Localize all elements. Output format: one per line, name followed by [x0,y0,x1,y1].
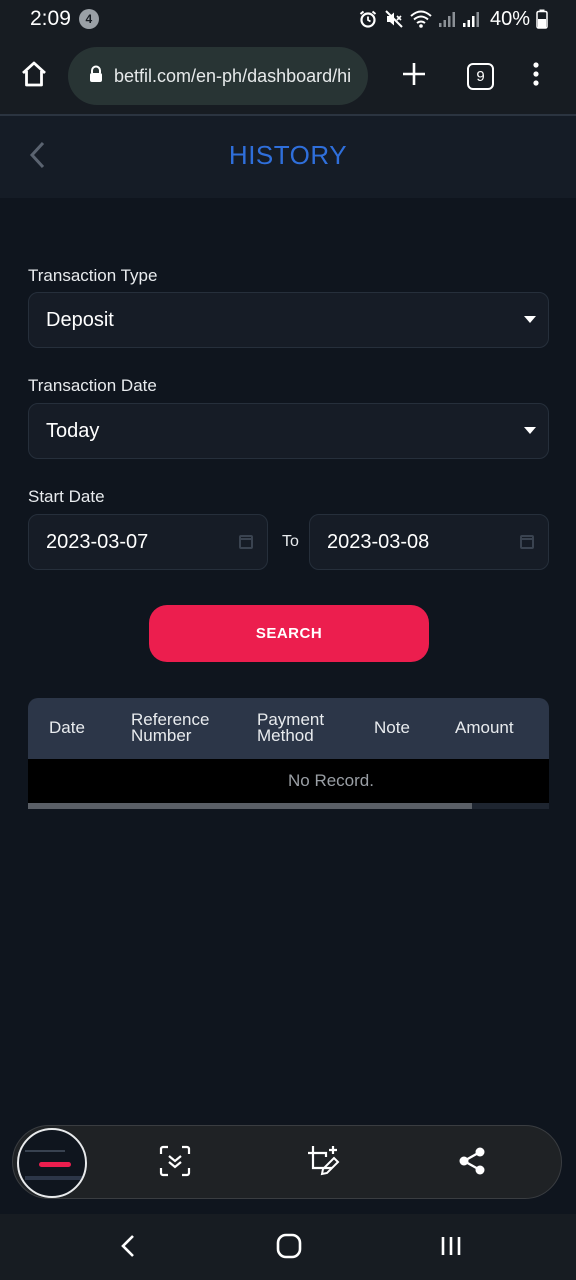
signal-icon [438,10,456,28]
plus-icon [401,61,427,92]
calendar-icon[interactable] [520,535,534,549]
caret-down-icon [524,316,536,323]
back-icon [118,1233,138,1264]
to-label: To [282,533,299,550]
nav-back-button[interactable] [111,1231,145,1265]
table-header: Date Reference Number Payment Method Not… [28,698,549,759]
battery-percentage: 40% [489,7,530,30]
column-header-payment-method: Payment Method [257,710,325,745]
alarm-icon [358,9,378,29]
transaction-type-value: Deposit [46,308,114,331]
thumbnail-detail [39,1162,71,1167]
new-tab-button[interactable] [396,58,432,94]
scroll-capture-icon [159,1145,191,1182]
share-icon [457,1146,487,1181]
column-header-date: Date [49,718,85,737]
screenshot-thumbnail[interactable] [17,1128,87,1198]
wifi-icon [410,9,432,29]
mute-icon [384,9,404,29]
scrollbar-thumb[interactable] [28,803,472,809]
status-right: 40% [358,8,548,31]
notification-count-badge: 4 [78,9,99,29]
page-title: HISTORY [228,140,348,170]
more-vert-icon [532,61,540,92]
status-time: 2:09 [30,7,71,30]
transaction-date-label: Transaction Date [28,376,157,395]
scroll-capture-button[interactable] [156,1144,194,1182]
empty-message: No Record. [288,771,374,790]
browser-home-button[interactable] [16,58,52,94]
screenshot-toolbar [12,1125,562,1199]
start-date-value: 2023-03-07 [46,530,149,553]
start-date-label: Start Date [28,487,105,506]
system-nav-bar [0,1214,576,1280]
history-table: Date Reference Number Payment Method Not… [28,698,549,810]
url-text: betfil.com/en-ph/dashboard/hi [114,65,352,86]
crop-edit-icon [306,1144,340,1183]
tabs-button[interactable]: 9 [467,63,494,90]
thumbnail-detail [25,1150,65,1152]
home-icon [19,59,49,94]
transaction-date-select[interactable]: Today [28,403,549,459]
battery-icon [536,9,548,29]
tab-count: 9 [476,68,485,85]
lock-icon [88,65,104,88]
address-bar[interactable]: betfil.com/en-ph/dashboard/hi [68,47,368,105]
start-date-input[interactable]: 2023-03-07 [28,514,268,570]
home-icon [275,1232,303,1265]
horizontal-scrollbar[interactable] [28,803,549,809]
thumbnail-detail [25,1176,83,1180]
nav-home-button[interactable] [272,1231,306,1265]
column-header-amount: Amount [455,718,514,737]
signal-icon [462,10,480,28]
browser-toolbar: betfil.com/en-ph/dashboard/hi 9 [0,38,576,114]
table-body: No Record. [28,759,549,803]
column-header-reference-number: Reference Number [131,710,210,745]
column-header-note: Note [374,718,410,737]
caret-down-icon [524,427,536,434]
calendar-icon[interactable] [239,535,253,549]
nav-recents-button[interactable] [434,1231,468,1265]
end-date-input[interactable]: 2023-03-08 [309,514,549,570]
recents-icon [438,1233,464,1264]
status-bar: 2:09 4 40% [0,0,576,38]
browser-menu-button[interactable] [524,58,548,94]
transaction-date-value: Today [46,419,100,442]
transaction-type-label: Transaction Type [28,266,158,285]
end-date-value: 2023-03-08 [327,530,430,553]
crop-edit-button[interactable] [304,1144,342,1182]
transaction-type-select[interactable]: Deposit [28,292,549,348]
page-header: HISTORY [0,116,576,198]
share-button[interactable] [453,1144,491,1182]
search-button[interactable]: SEARCH [149,605,429,662]
status-left: 2:09 4 [30,7,99,31]
